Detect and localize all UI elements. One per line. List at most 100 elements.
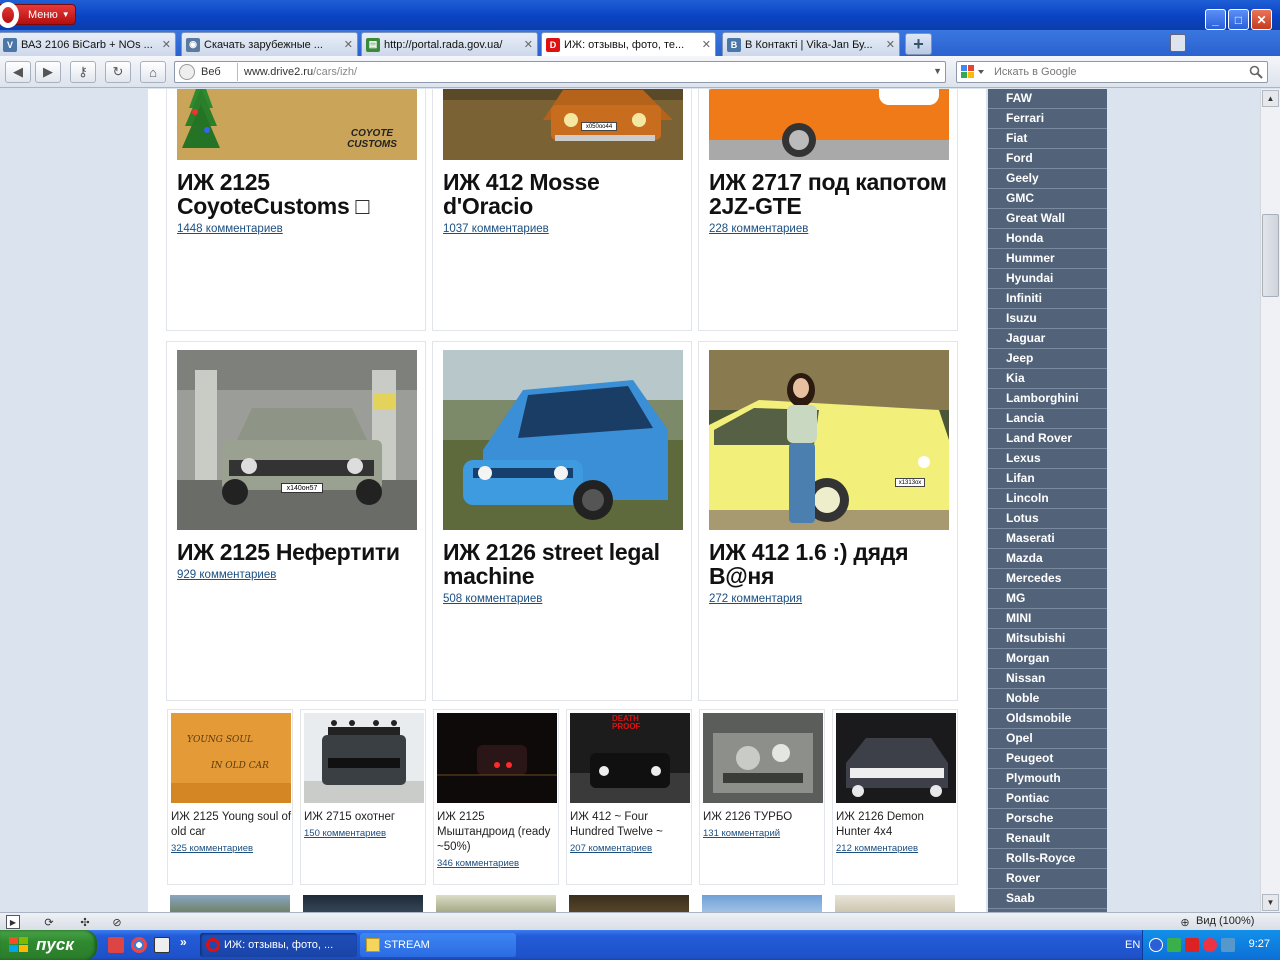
card-title[interactable]: ИЖ 2125 Young soul of old car 325 коммен… bbox=[171, 810, 293, 856]
car-photo[interactable]: х1313ох bbox=[709, 350, 949, 530]
start-button[interactable]: пуск bbox=[0, 930, 97, 960]
turbo-icon[interactable]: ✣ bbox=[78, 915, 92, 929]
brand-link[interactable]: Plymouth bbox=[988, 769, 1107, 789]
scroll-down-button[interactable]: ▼ bbox=[1262, 894, 1279, 911]
network-icon[interactable] bbox=[1221, 938, 1235, 952]
search-input[interactable]: Искать в Google bbox=[956, 61, 1268, 83]
brand-link[interactable]: Hummer bbox=[988, 249, 1107, 269]
small-car-card[interactable]: ИЖ 2126 ТУРБО 131 комментарий bbox=[699, 709, 825, 885]
opera-menu-button[interactable]: Меню ▼ bbox=[0, 2, 76, 28]
brand-link[interactable]: Land Rover bbox=[988, 429, 1107, 449]
card-title[interactable]: ИЖ 412 1.6 :) дядя В@ня 272 комментария bbox=[709, 540, 953, 606]
tab[interactable]: ▤ http://portal.rada.gov.ua/ ✕ bbox=[361, 32, 538, 56]
brand-link[interactable]: Saab bbox=[988, 889, 1107, 909]
card-title-text[interactable]: ИЖ 2125 Нефертити bbox=[177, 539, 400, 565]
comments-link[interactable]: 228 комментариев bbox=[709, 222, 953, 236]
comments-link[interactable]: 212 комментариев bbox=[836, 841, 958, 856]
brand-link[interactable]: GMC bbox=[988, 189, 1107, 209]
desktop-icon[interactable] bbox=[154, 937, 170, 953]
heart-icon[interactable] bbox=[1203, 938, 1217, 952]
car-card[interactable]: х140он57 ИЖ 2125 Нефертити 929 комментар… bbox=[166, 341, 426, 701]
card-title-text[interactable]: ИЖ 412 1.6 :) дядя В@ня bbox=[709, 539, 908, 589]
close-window-button[interactable]: ✕ bbox=[1251, 9, 1272, 30]
google-icon[interactable] bbox=[960, 63, 986, 81]
tab[interactable]: B В Контакті | Vika-Jan Бу... ✕ bbox=[722, 32, 900, 56]
brand-link[interactable]: Porsche bbox=[988, 809, 1107, 829]
quicklaunch-more[interactable]: » bbox=[180, 935, 187, 949]
card-title[interactable]: ИЖ 412 Mosse d'Oracio 1037 комментариев bbox=[443, 170, 687, 236]
card-title-text[interactable]: ИЖ 2126 ТУРБО bbox=[703, 811, 792, 823]
car-thumbnail[interactable] bbox=[569, 895, 689, 912]
trash-icon[interactable] bbox=[1170, 34, 1186, 52]
car-card[interactable]: COYOTE CUSTOMS ИЖ 2125 CoyoteCustoms □ 1… bbox=[166, 89, 426, 331]
forward-button[interactable]: ▶ bbox=[35, 61, 61, 83]
brand-link[interactable]: Hyundai bbox=[988, 269, 1107, 289]
card-title[interactable]: ИЖ 2717 под капотом 2JZ-GTE 228 коммента… bbox=[709, 170, 953, 236]
scroll-up-button[interactable]: ▲ bbox=[1262, 90, 1279, 107]
card-title-text[interactable]: ИЖ 2126 street legal machine bbox=[443, 539, 660, 589]
brand-link[interactable]: Lancia bbox=[988, 409, 1107, 429]
card-title[interactable]: ИЖ 2126 street legal machine 508 коммент… bbox=[443, 540, 687, 606]
brand-link[interactable]: Nissan bbox=[988, 669, 1107, 689]
card-title[interactable]: ИЖ 2715 охотнег 150 комментариев bbox=[304, 810, 426, 841]
car-card[interactable]: ИЖ 2126 street legal machine 508 коммент… bbox=[432, 341, 692, 701]
brand-link[interactable]: FAW bbox=[988, 89, 1107, 109]
card-title-text[interactable]: ИЖ 2125 Мыштандроид (ready ~50%) bbox=[437, 811, 550, 853]
back-button[interactable]: ◀ bbox=[5, 61, 31, 83]
car-thumbnail[interactable] bbox=[436, 895, 556, 912]
brand-link[interactable]: Isuzu bbox=[988, 309, 1107, 329]
brand-link[interactable]: Noble bbox=[988, 689, 1107, 709]
car-thumbnail[interactable] bbox=[170, 895, 290, 912]
minimize-button[interactable]: _ bbox=[1205, 9, 1226, 30]
car-card[interactable]: х1313ох ИЖ 412 1.6 :) дядя В@ня 272 комм… bbox=[698, 341, 958, 701]
brand-link[interactable]: Fiat bbox=[988, 129, 1107, 149]
brand-link[interactable]: Morgan bbox=[988, 649, 1107, 669]
brand-link[interactable]: Jaguar bbox=[988, 329, 1107, 349]
car-photo[interactable]: COYOTE CUSTOMS bbox=[177, 89, 417, 160]
brand-link[interactable]: Opel bbox=[988, 729, 1107, 749]
brand-link[interactable]: Great Wall bbox=[988, 209, 1107, 229]
brand-link[interactable]: Jeep bbox=[988, 349, 1107, 369]
card-title-text[interactable]: ИЖ 2125 Young soul of old car bbox=[171, 811, 291, 838]
brand-link[interactable]: MINI bbox=[988, 609, 1107, 629]
card-title[interactable]: ИЖ 412 ~ Four Hundred Twelve ~ 207 комме… bbox=[570, 810, 692, 856]
brand-link[interactable]: Mazda bbox=[988, 549, 1107, 569]
small-car-card[interactable]: ИЖ 2126 Demon Hunter 4x4 212 комментарие… bbox=[832, 709, 958, 885]
car-thumbnail[interactable]: YOUNG SOUL IN OLD CAR bbox=[171, 713, 291, 803]
close-tab-icon[interactable]: ✕ bbox=[524, 38, 533, 51]
car-thumbnail[interactable] bbox=[303, 895, 423, 912]
small-car-card[interactable]: YOUNG SOUL IN OLD CAR ИЖ 2125 Young soul… bbox=[167, 709, 293, 885]
tool-icon[interactable] bbox=[1185, 938, 1199, 952]
wand-button[interactable]: ⚷ bbox=[70, 61, 96, 83]
language-indicator[interactable]: EN bbox=[1125, 939, 1140, 951]
back-arrow-icon[interactable] bbox=[1149, 938, 1163, 952]
card-title-text[interactable]: ИЖ 2126 Demon Hunter 4x4 bbox=[836, 811, 924, 838]
taskbar-item-opera[interactable]: ИЖ: отзывы, фото, ... bbox=[200, 933, 357, 957]
brand-link[interactable]: Kia bbox=[988, 369, 1107, 389]
brand-link[interactable]: Oldsmobile bbox=[988, 709, 1107, 729]
card-title-text[interactable]: ИЖ 2717 под капотом 2JZ-GTE bbox=[709, 169, 947, 219]
chevron-down-icon[interactable]: ▼ bbox=[933, 66, 942, 76]
card-title[interactable]: ИЖ 2125 CoyoteCustoms □ 1448 комментарие… bbox=[177, 170, 421, 236]
brand-link[interactable]: Pontiac bbox=[988, 789, 1107, 809]
close-tab-icon[interactable]: ✕ bbox=[886, 38, 895, 51]
comments-link[interactable]: 346 комментариев bbox=[437, 856, 559, 871]
small-car-card[interactable]: ИЖ 2125 Мыштандроид (ready ~50%) 346 ком… bbox=[433, 709, 559, 885]
card-title[interactable]: ИЖ 2126 Demon Hunter 4x4 212 комментарие… bbox=[836, 810, 958, 856]
car-photo[interactable]: х050оо44 bbox=[443, 89, 683, 160]
comments-link[interactable]: 150 комментариев bbox=[304, 826, 426, 841]
zoom-icon[interactable]: ⊕ bbox=[1178, 915, 1192, 929]
brand-link[interactable]: MG bbox=[988, 589, 1107, 609]
brand-link[interactable]: Lamborghini bbox=[988, 389, 1107, 409]
close-tab-icon[interactable]: ✕ bbox=[344, 38, 353, 51]
card-title-text[interactable]: ИЖ 412 ~ Four Hundred Twelve ~ bbox=[570, 811, 663, 838]
vertical-scrollbar[interactable]: ▲ ▼ bbox=[1260, 89, 1280, 912]
brand-link[interactable]: Mercedes bbox=[988, 569, 1107, 589]
comments-link[interactable]: 272 комментария bbox=[709, 592, 953, 606]
brand-link[interactable]: Ford bbox=[988, 149, 1107, 169]
scroll-thumb[interactable] bbox=[1262, 214, 1279, 297]
tab-active[interactable]: D ИЖ: отзывы, фото, те... ✕ bbox=[541, 32, 716, 57]
brand-link[interactable]: Lincoln bbox=[988, 489, 1107, 509]
brand-link[interactable]: Lexus bbox=[988, 449, 1107, 469]
home-button[interactable]: ⌂ bbox=[140, 61, 166, 83]
